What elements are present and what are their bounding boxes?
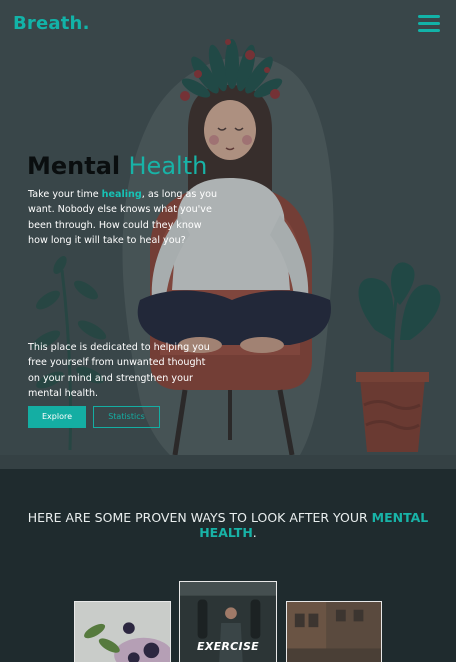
hero-section: Breath. Mental Health Take your time hea… [0,0,456,469]
hero-dedication-text: This place is dedicated to helping you f… [28,342,210,399]
ways-heading: HERE ARE SOME PROVEN WAYS TO LOOK AFTER … [10,510,446,540]
outdoors-card[interactable] [286,601,382,662]
highlight-healing: healing [101,189,142,200]
card-label-exercise: EXERCISE [197,640,259,653]
ways-section: HERE ARE SOME PROVEN WAYS TO LOOK AFTER … [0,469,456,662]
food-bowl-image [75,602,170,662]
intro-text-part: Take your time [28,189,102,200]
statistics-button[interactable]: Statistics [93,406,160,428]
hero-title: Mental Health [27,152,207,180]
explore-button[interactable]: Explore [28,406,86,428]
hero-title-bold: Mental [27,152,121,180]
hero-title-light: Health [128,152,208,180]
ways-heading-period: . [252,525,257,540]
hero-intro-text: Take your time healing, as long as you w… [28,187,218,248]
hamburger-menu-icon[interactable] [418,15,440,33]
exercise-card[interactable]: EXERCISE [179,581,277,662]
nutrition-card[interactable] [74,601,171,662]
top-bar: Breath. [0,0,456,50]
street-image [287,602,381,662]
ways-heading-text: HERE ARE SOME PROVEN WAYS TO LOOK AFTER … [27,510,372,525]
brand-logo[interactable]: Breath. [13,13,90,34]
